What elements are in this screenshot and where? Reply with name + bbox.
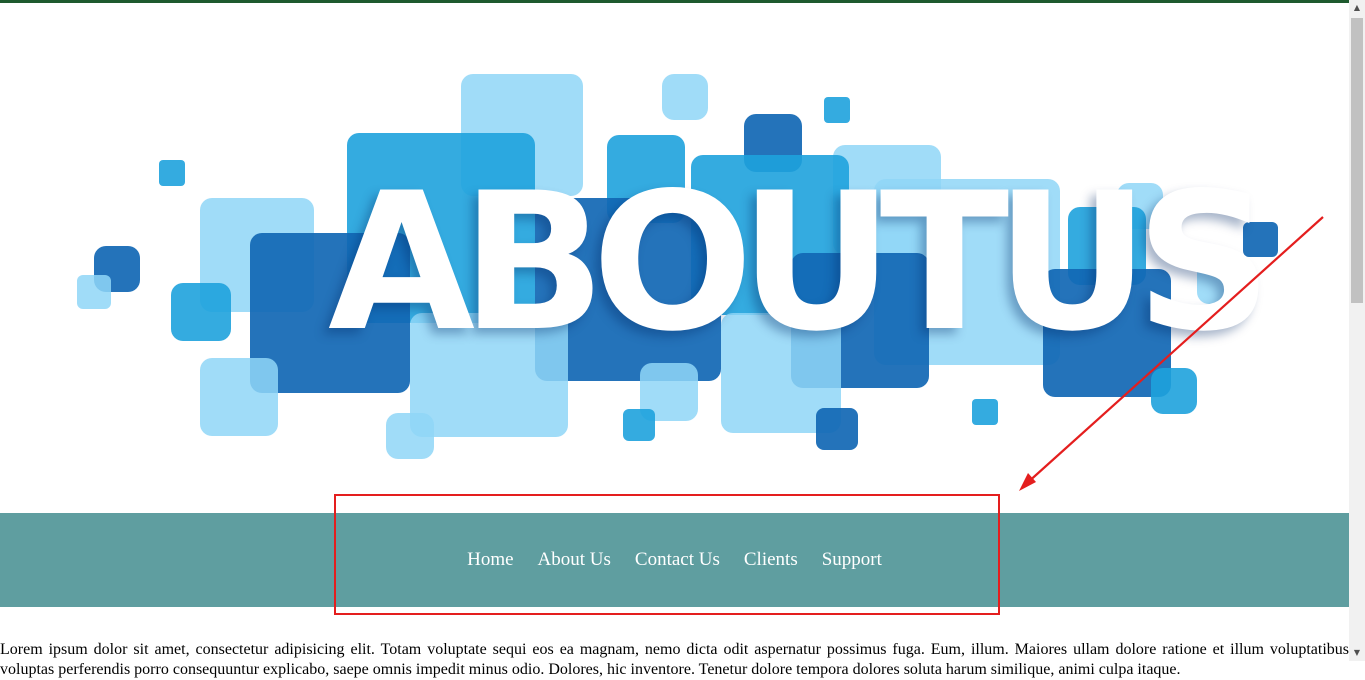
scrollbar-thumb[interactable] bbox=[1351, 18, 1363, 303]
vertical-scrollbar[interactable]: ▲ ▼ bbox=[1349, 0, 1365, 661]
body-paragraph: Lorem ipsum dolor sit amet, consectetur … bbox=[0, 641, 1349, 678]
triangle-down-icon[interactable]: ▼ bbox=[1349, 645, 1365, 661]
triangle-up-icon[interactable]: ▲ bbox=[1349, 0, 1365, 16]
annotation-arrow bbox=[1019, 216, 1324, 491]
